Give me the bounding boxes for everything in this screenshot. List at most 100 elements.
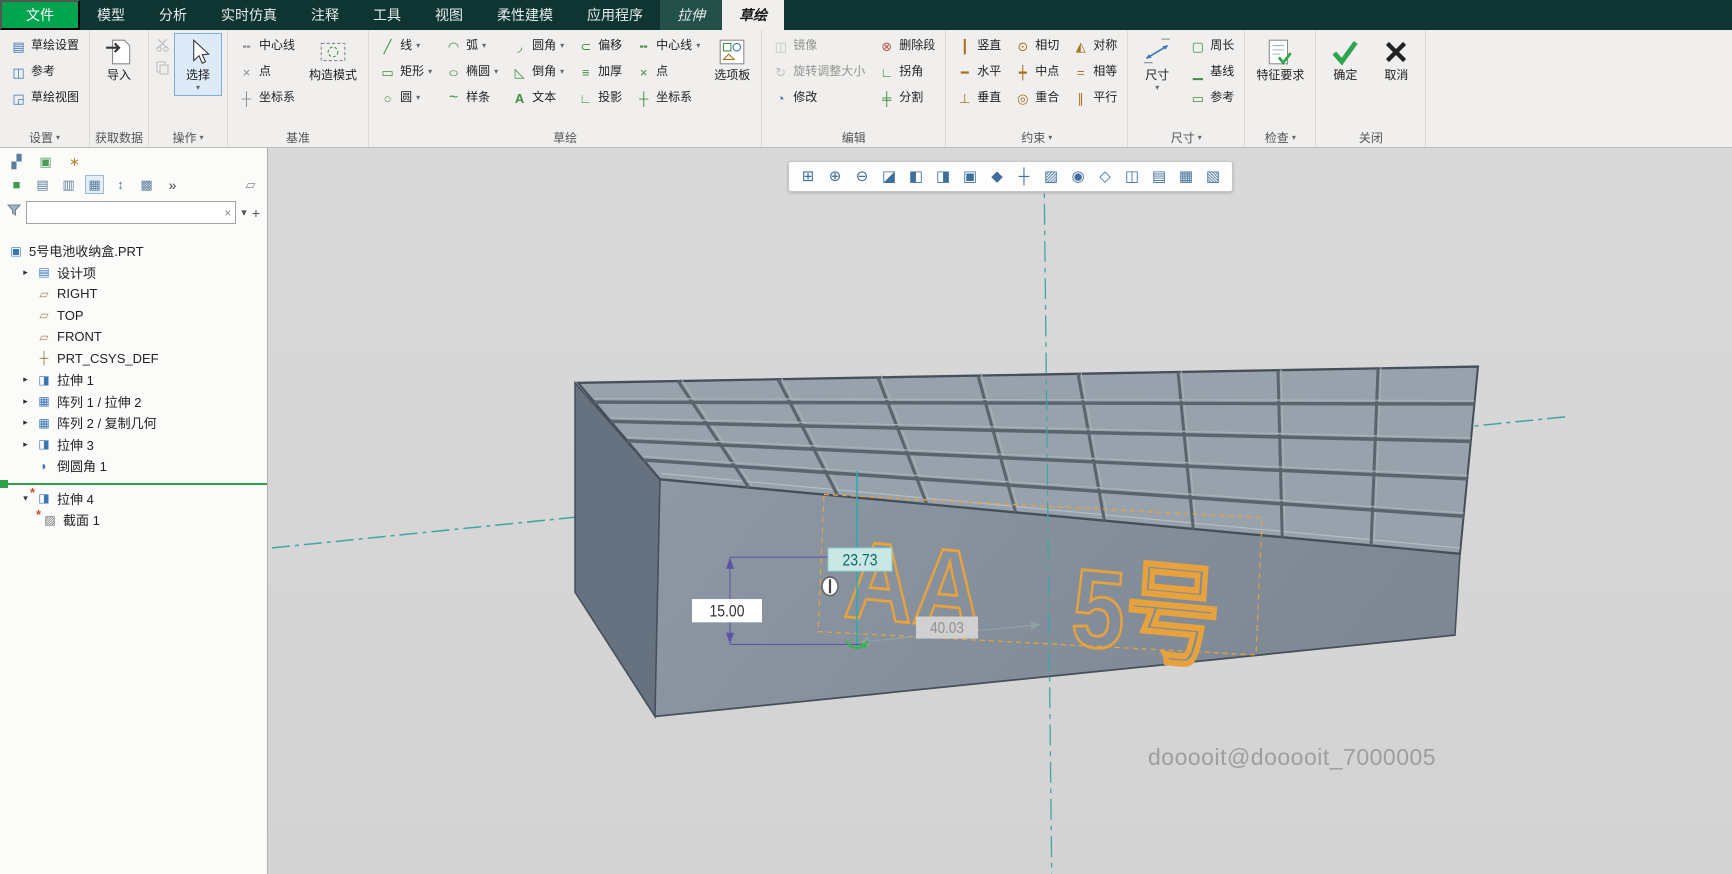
tab-applications[interactable]: 应用程序 — [570, 0, 660, 30]
perspective-icon[interactable]: ◇ — [1092, 164, 1118, 189]
constraint-perpendicular-button[interactable]: ⊥ 垂直 — [951, 85, 1006, 111]
tree-filter-input[interactable] — [31, 206, 224, 220]
constraint-tangent-button[interactable]: ⊙ 相切 — [1009, 33, 1064, 59]
favorites-icon[interactable]: ∗ — [65, 152, 84, 171]
delete-segment-button[interactable]: ⊗ 删除段 — [873, 33, 940, 59]
3d-scene[interactable]: AA 5号 15.00 23.73 — [268, 148, 1732, 874]
tree-list-icon[interactable]: ▤ — [33, 175, 52, 194]
offset-tool-button[interactable]: ⊂ 偏移 — [572, 33, 627, 59]
tree-row-top-plane[interactable]: ▱ TOP — [0, 305, 267, 327]
baseline-button[interactable]: ▁ 基线 — [1184, 59, 1239, 85]
repaint-icon[interactable]: ◪ — [876, 164, 902, 189]
constraint-vertical-button[interactable]: ┃ 竖直 — [951, 33, 1006, 59]
chevron-down-icon[interactable]: ▾ — [494, 68, 498, 76]
chevron-down-icon[interactable]: ▾ — [482, 42, 486, 50]
tree-row-csys[interactable]: ┼ PRT_CSYS_DEF — [0, 348, 267, 370]
sketch-text-5hao[interactable]: 5号 — [1068, 545, 1224, 682]
datum-point-button[interactable]: × 点 — [233, 59, 300, 85]
ribbon-group-label-operations[interactable]: 操作▾ — [154, 128, 222, 147]
chevron-down-icon[interactable]: ▾ — [560, 68, 564, 76]
ribbon-group-label-inspect[interactable]: 检查▾ — [1250, 128, 1310, 147]
sketch-centerline-button[interactable]: ╍ 中心线 ▾ — [630, 33, 705, 59]
datum-csys-button[interactable]: ┼ 坐标系 — [233, 85, 300, 111]
tree-columns-icon[interactable]: ▦ — [85, 175, 104, 194]
chevron-down-icon[interactable]: ▾ — [696, 42, 700, 50]
constraint-symmetric-button[interactable]: ◭ 对称 — [1067, 33, 1122, 59]
expand-arrow-icon[interactable]: ▸ — [20, 267, 31, 278]
expand-arrow-icon[interactable]: ▸ — [20, 417, 31, 428]
sketch-setup-button[interactable]: ▤ 草绘设置 — [5, 33, 84, 59]
tab-model[interactable]: 模型 — [80, 0, 142, 30]
dim-selected-value[interactable]: 23.73 — [842, 551, 877, 569]
project-tool-button[interactable]: ∟ 投影 — [572, 85, 627, 111]
corner-button[interactable]: ∟ 拐角 — [873, 59, 940, 85]
tree-row-front-plane[interactable]: ▱ FRONT — [0, 326, 267, 348]
paste-icon[interactable] — [154, 59, 171, 76]
zoom-refit-icon[interactable]: ⊞ — [795, 164, 821, 189]
tab-flexible-modeling[interactable]: 柔性建模 — [480, 0, 570, 30]
tab-live-simulation[interactable]: 实时仿真 — [204, 0, 294, 30]
sketch-point-button[interactable]: × 点 — [630, 59, 705, 85]
ellipse-tool-button[interactable]: ○ 椭圆 ▾ — [440, 59, 503, 85]
dimension-button[interactable]: 尺寸 ▾ — [1133, 33, 1181, 96]
tree-row-extrude-3[interactable]: ▸ ◨ 拉伸 3 — [0, 434, 267, 456]
perimeter-button[interactable]: ▢ 周长 — [1184, 33, 1239, 59]
cancel-button[interactable]: 取消 — [1372, 33, 1420, 86]
thicken-tool-button[interactable]: ≡ 加厚 — [572, 59, 627, 85]
tree-detail-icon[interactable]: ▥ — [59, 175, 78, 194]
chamfer-tool-button[interactable]: ◺ 倒角 ▾ — [506, 59, 569, 85]
chevron-down-icon[interactable]: ▾ — [560, 42, 564, 50]
rectangle-tool-button[interactable]: ▭ 矩形 ▾ — [374, 59, 437, 85]
expand-arrow-icon[interactable]: ▸ — [20, 396, 31, 407]
sort-icon[interactable]: ↕ — [111, 175, 130, 194]
construction-mode-button[interactable]: 构造模式 — [303, 33, 363, 86]
sketch-view-button[interactable]: ◲ 草绘视图 — [5, 85, 84, 111]
rotate-resize-button[interactable]: ↻ 旋转调整大小 — [767, 59, 870, 85]
tree-row-part[interactable]: ▣ 5号电池收纳盒.PRT — [0, 240, 267, 262]
constraint-horizontal-button[interactable]: ━ 水平 — [951, 59, 1006, 85]
view-manager-icon[interactable]: ▦ — [1173, 164, 1199, 189]
dim-height-value[interactable]: 15.00 — [709, 603, 744, 621]
palette-button[interactable]: 选项板 — [708, 33, 756, 86]
dim-width-value[interactable]: 40.03 — [930, 620, 964, 637]
clear-filter-icon[interactable]: × — [224, 206, 231, 220]
expand-arrow-icon[interactable]: ▸ — [20, 439, 31, 450]
tree-row-right-plane[interactable]: ▱ RIGHT — [0, 283, 267, 305]
spin-center-icon[interactable]: ◉ — [1065, 164, 1091, 189]
text-tool-button[interactable]: A 文本 — [506, 85, 569, 111]
toolbar-overflow-button[interactable]: » — [163, 175, 182, 194]
add-filter-icon[interactable]: + — [252, 205, 260, 221]
enhanced-realism-icon[interactable]: ▣ — [957, 164, 983, 189]
mirror-button[interactable]: ◫ 镜像 — [767, 33, 870, 59]
tab-tools[interactable]: 工具 — [356, 0, 418, 30]
chevron-down-icon[interactable]: ▾ — [416, 42, 420, 50]
ribbon-group-label-dimension[interactable]: 尺寸▾ — [1133, 128, 1239, 147]
import-button[interactable]: 导入 — [95, 33, 143, 86]
tree-row-extrude-1[interactable]: ▸ ◨ 拉伸 1 — [0, 369, 267, 391]
file-menu-button[interactable]: 文件 — [0, 0, 80, 30]
shaded-with-edges-icon[interactable]: ◨ — [930, 164, 956, 189]
tab-annotate[interactable]: 注释 — [294, 0, 356, 30]
cut-icon[interactable] — [154, 36, 171, 53]
tree-row-round-1[interactable]: ◗ 倒圆角 1 — [0, 455, 267, 477]
constraint-parallel-button[interactable]: ∥ 平行 — [1067, 85, 1122, 111]
tree-row-section-1[interactable]: ▨* 截面 1 — [0, 509, 267, 531]
chevron-down-icon[interactable]: ▾ — [416, 94, 420, 102]
tree-row-design-items[interactable]: ▸ ▤ 设计项 — [0, 262, 267, 284]
sketch-csys-button[interactable]: ┼ 坐标系 — [630, 85, 705, 111]
section-icon[interactable]: ◫ — [1119, 164, 1145, 189]
new-annotation-icon[interactable]: ▣ — [36, 152, 55, 171]
modify-button[interactable]: ◔ 修改 — [767, 85, 870, 111]
group-view-icon[interactable]: ▩ — [137, 175, 156, 194]
line-tool-button[interactable]: ╱ 线 ▾ — [374, 33, 437, 59]
constraint-midpoint-button[interactable]: ┿ 中点 — [1009, 59, 1064, 85]
ribbon-group-label-constrain[interactable]: 约束▾ — [951, 128, 1122, 147]
tab-view[interactable]: 视图 — [418, 0, 480, 30]
spline-tool-button[interactable]: ~ 样条 — [440, 85, 503, 111]
ok-button[interactable]: 确定 — [1321, 33, 1369, 86]
zoom-out-icon[interactable]: ⊖ — [849, 164, 875, 189]
chevron-down-icon[interactable]: ▾ — [1155, 84, 1159, 92]
tree-options-icon[interactable]: ▞ — [7, 152, 26, 171]
chevron-down-icon[interactable]: ▾ — [196, 84, 200, 92]
reference-dimension-button[interactable]: ▭ 参考 — [1184, 85, 1239, 111]
